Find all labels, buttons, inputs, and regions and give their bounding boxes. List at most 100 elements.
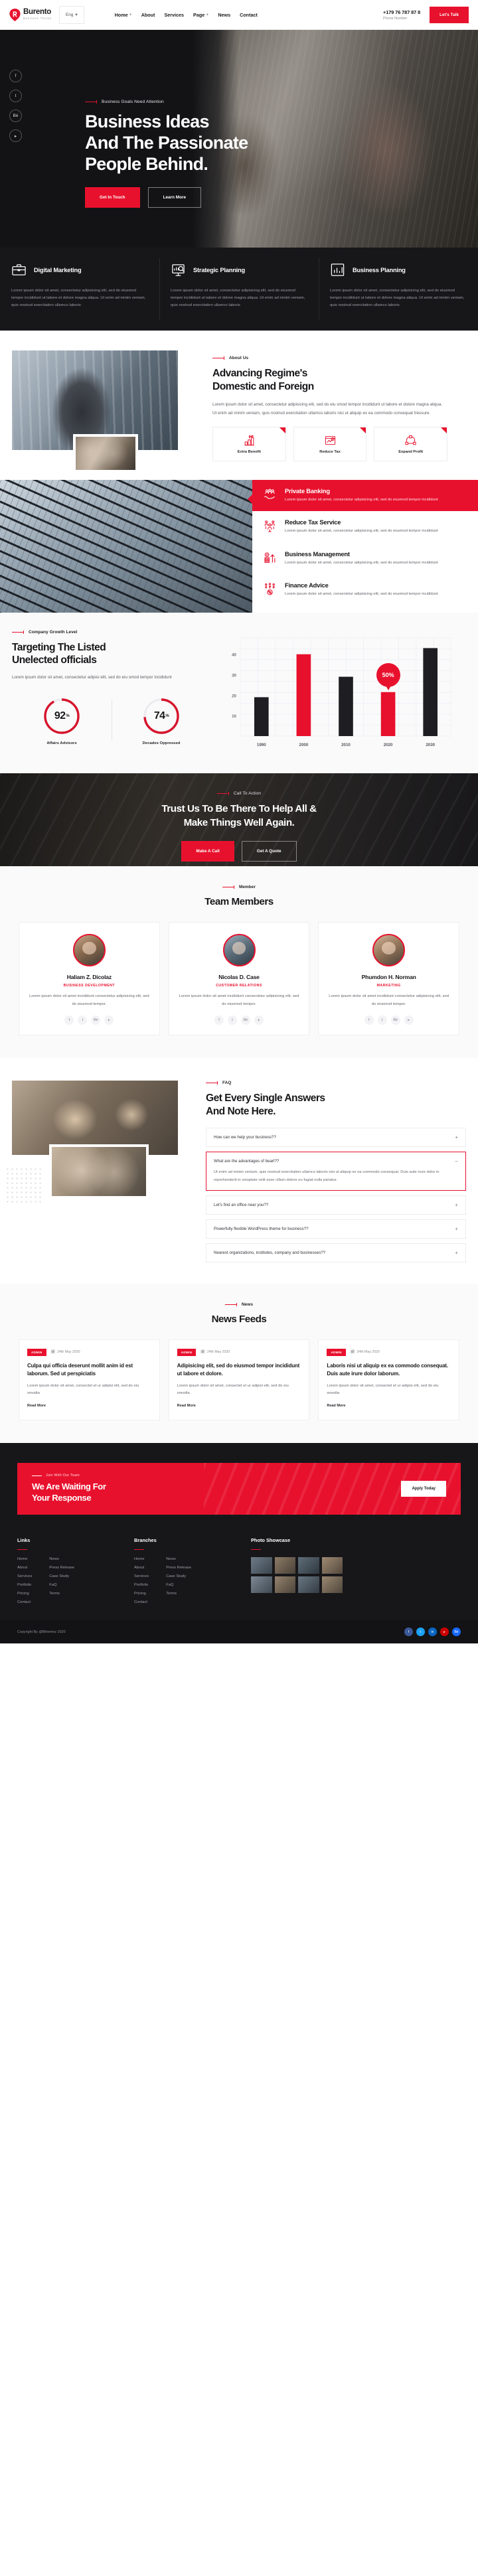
bar-chart-icon — [330, 262, 345, 277]
footer-link[interactable]: FaQ — [49, 1583, 74, 1587]
gallery-thumbnail[interactable] — [321, 1576, 343, 1593]
cta-get-a-quote-button[interactable]: Get A Quote — [241, 841, 297, 862]
footer-link[interactable]: Press Release — [166, 1566, 191, 1570]
twitter-icon[interactable]: t — [416, 1628, 425, 1637]
hero-get-in-touch-button[interactable]: Get In Touch — [85, 187, 140, 208]
footer-link[interactable]: Pricing — [134, 1592, 149, 1596]
service-item-reduce-tax[interactable]: Reduce Tax Service Lorem ipsum dolor sit… — [252, 511, 478, 542]
header-phone[interactable]: +179 76 787 87 8 Phone Number — [383, 9, 420, 21]
footer-link[interactable]: Contact — [17, 1600, 32, 1604]
service-item-private-banking[interactable]: Private Banking Lorem ipsum dolor sit am… — [248, 480, 478, 512]
nav-item-page[interactable]: Page + — [193, 12, 208, 18]
feature-extra-benefit[interactable]: Extra Benefit — [212, 427, 286, 462]
lets-talk-button[interactable]: Let's Talk — [430, 6, 469, 23]
footer-link[interactable]: About — [17, 1566, 32, 1570]
news-read-more-link[interactable]: Read More — [27, 1404, 46, 1408]
footer-link[interactable]: Home — [134, 1557, 149, 1561]
facebook-icon[interactable]: f — [9, 70, 22, 82]
team-card[interactable]: Phumdon H. Norman MARKETING Lorem ipsum … — [318, 922, 460, 1036]
linkedin-icon[interactable]: in — [428, 1628, 437, 1637]
twitter-icon[interactable]: t — [228, 1016, 237, 1025]
nav-item-about[interactable]: About — [141, 12, 155, 18]
youtube-icon[interactable]: ▸ — [440, 1628, 449, 1637]
twitter-icon[interactable]: t — [9, 90, 22, 102]
footer-link[interactable]: Pricing — [17, 1592, 32, 1596]
twitter-icon[interactable]: t — [377, 1016, 387, 1025]
footer-link[interactable]: Portfolio — [17, 1583, 32, 1587]
behance-icon[interactable]: Bé — [390, 1016, 400, 1025]
apply-today-button[interactable]: Apply Today — [401, 1480, 446, 1497]
news-card[interactable]: ADMIN 🗓 24th May 2020 Laboris nisi ut ali… — [318, 1339, 460, 1420]
gallery-thumbnail[interactable] — [274, 1557, 295, 1574]
gallery-thumbnail[interactable] — [251, 1576, 272, 1593]
youtube-icon[interactable]: ▸ — [404, 1016, 414, 1025]
faq-item[interactable]: Let's find an office near you?? + — [206, 1195, 466, 1215]
feature-label: Extra Benefit — [237, 450, 261, 455]
service-card-business-planning[interactable]: Business Planning Lorem ipsum dolor sit … — [319, 248, 478, 331]
footer-link[interactable]: Case Study — [166, 1574, 191, 1578]
team-section: Member Team Members Haliam Z. Dicolaz BU… — [0, 866, 478, 1059]
faq-question[interactable]: How can we help your business?? + — [214, 1134, 458, 1140]
news-card[interactable]: ADMIN 🗓 24th May 2020 Culpa qui officia d… — [19, 1339, 160, 1420]
faq-question[interactable]: What are the advantages of bearl?? – — [214, 1158, 458, 1164]
facebook-icon[interactable]: f — [364, 1016, 374, 1025]
faq-item-open[interactable]: What are the advantages of bearl?? – Ut … — [206, 1152, 466, 1191]
faq-question[interactable]: Nearest organizations, institutes, compa… — [214, 1250, 458, 1256]
behance-icon[interactable]: Bé — [91, 1016, 101, 1025]
footer-link[interactable]: Contact — [134, 1600, 149, 1604]
faq-item[interactable]: Powerfully flexible WordPress theme for … — [206, 1219, 466, 1239]
feature-reduce-tax[interactable]: Reduce Tax — [293, 427, 367, 462]
nav-item-services[interactable]: Services — [164, 12, 184, 18]
faq-question[interactable]: Powerfully flexible WordPress theme for … — [214, 1226, 458, 1232]
nav-item-news[interactable]: News — [218, 12, 230, 18]
footer-link[interactable]: Press Release — [49, 1566, 74, 1570]
service-item-finance-advice[interactable]: Finance Advice Lorem ipsum dolor sit ame… — [252, 574, 478, 605]
svg-text:2010: 2010 — [341, 743, 351, 747]
news-read-more-link[interactable]: Read More — [177, 1404, 196, 1408]
service-card-strategic-planning[interactable]: Strategic Planning Lorem ipsum dolor sit… — [159, 248, 319, 331]
service-title: Strategic Planning — [193, 266, 246, 273]
faq-item[interactable]: Nearest organizations, institutes, compa… — [206, 1243, 466, 1262]
footer-link[interactable]: FaQ — [166, 1583, 191, 1587]
behance-icon[interactable]: Bé — [452, 1628, 461, 1637]
news-read-more-link[interactable]: Read More — [327, 1404, 345, 1408]
gallery-thumbnail[interactable] — [251, 1557, 272, 1574]
cta-make-a-call-button[interactable]: Make A Call — [181, 841, 234, 862]
twitter-icon[interactable]: t — [78, 1016, 88, 1025]
logo[interactable]: Burento Business Theme — [9, 8, 52, 21]
behance-icon[interactable]: Bé — [9, 110, 22, 122]
faq-item[interactable]: How can we help your business?? + — [206, 1128, 466, 1148]
hero-learn-more-button[interactable]: Learn More — [147, 187, 202, 208]
youtube-icon[interactable]: ▸ — [254, 1016, 264, 1025]
nav-item-home[interactable]: Home + — [115, 12, 132, 18]
youtube-icon[interactable]: ▸ — [9, 129, 22, 142]
team-card[interactable]: Haliam Z. Dicolaz BUSINESS DEVELOPMENT L… — [19, 922, 160, 1036]
footer-link[interactable]: Services — [134, 1574, 149, 1578]
team-card[interactable]: Nicolas D. Case CUSTOMER RELATIONS Lorem… — [168, 922, 310, 1036]
gallery-thumbnail[interactable] — [298, 1576, 319, 1593]
footer-link[interactable]: About — [134, 1566, 149, 1570]
service-card-digital-marketing[interactable]: Digital Marketing Lorem ipsum dolor sit … — [0, 248, 159, 331]
feature-expand-profit[interactable]: Expand Profit — [374, 427, 448, 462]
facebook-icon[interactable]: f — [214, 1016, 224, 1025]
footer-link[interactable]: Services — [17, 1574, 32, 1578]
gallery-thumbnail[interactable] — [298, 1557, 319, 1574]
footer-link[interactable]: Terms — [49, 1592, 74, 1596]
footer-link[interactable]: Home — [17, 1557, 32, 1561]
footer-link[interactable]: News — [166, 1557, 191, 1561]
faq-question[interactable]: Let's find an office near you?? + — [214, 1202, 458, 1208]
gallery-thumbnail[interactable] — [274, 1576, 295, 1593]
footer-link[interactable]: Case Study — [49, 1574, 74, 1578]
facebook-icon[interactable]: f — [404, 1628, 413, 1637]
language-selector[interactable]: Eng ▾ — [59, 5, 84, 24]
nav-item-contact[interactable]: Contact — [240, 12, 258, 18]
facebook-icon[interactable]: f — [64, 1016, 74, 1025]
gallery-thumbnail[interactable] — [321, 1557, 343, 1574]
news-card[interactable]: ADMIN 🗓 24th May 2020 Adipisicing elit, s… — [168, 1339, 310, 1420]
behance-icon[interactable]: Bé — [241, 1016, 250, 1025]
footer-link[interactable]: News — [49, 1557, 74, 1561]
youtube-icon[interactable]: ▸ — [104, 1016, 114, 1025]
service-item-business-management[interactable]: Business Management Lorem ipsum dolor si… — [252, 543, 478, 574]
footer-link[interactable]: Portfolio — [134, 1583, 149, 1587]
footer-link[interactable]: Terms — [166, 1592, 191, 1596]
